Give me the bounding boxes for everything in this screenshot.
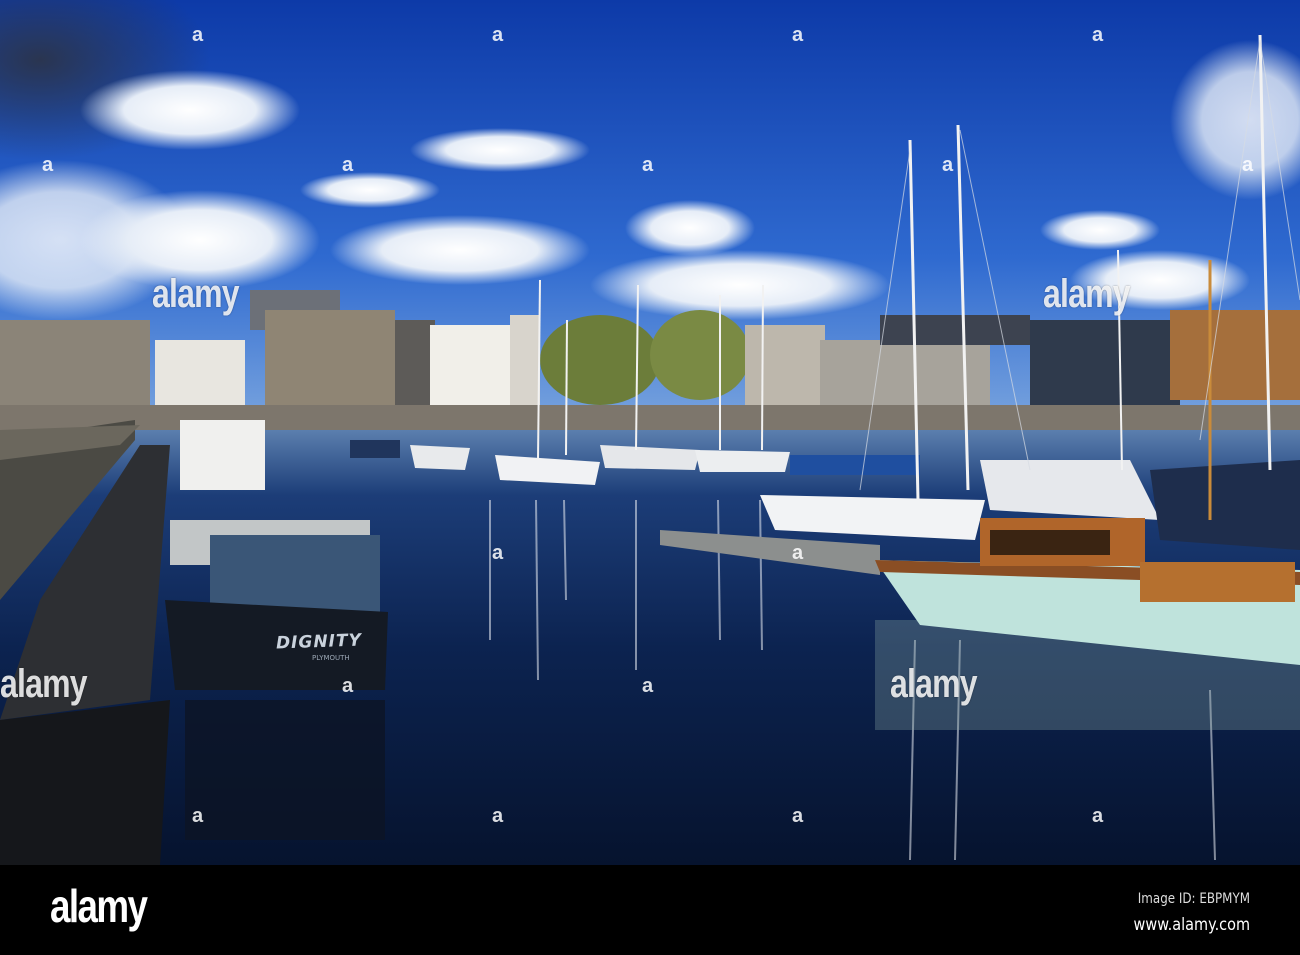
watermark-mark: a [942,154,954,176]
watermark-mark: a [192,805,204,827]
image-id-label: Image ID: EBPMYM [1137,891,1250,907]
watermark-mark: a [192,24,204,46]
watermark-mark: a [42,154,54,176]
watermark-mark: a [1242,154,1254,176]
watermark-mark: a [642,154,654,176]
harbour-photo [0,0,1300,865]
watermark-mark: a [792,542,804,564]
watermark-mark: a [642,675,654,697]
watermark-text: alamy [890,662,978,706]
alamy-logo: alamy [50,880,148,932]
watermark-mark: a [342,675,354,697]
watermark-mark: a [1092,24,1104,46]
watermark-mark: a [492,24,504,46]
boat-name-label: DIGNITY [275,630,363,654]
watermark-mark: a [342,154,354,176]
footer-bar: alamy Image ID: EBPMYM www.alamy.com [0,865,1300,955]
watermark-mark: a [792,24,804,46]
watermark-mark: a [492,542,504,564]
website-label: www.alamy.com [1133,915,1250,935]
boat-port-label: PLYMOUTH [312,654,350,662]
watermark-mark: a [492,805,504,827]
watermark-text: alamy [152,272,240,316]
watermark-mark: a [1092,805,1104,827]
watermark-text: alamy [0,662,88,706]
watermark-mark: a [792,805,804,827]
watermark-text: alamy [1043,272,1131,316]
